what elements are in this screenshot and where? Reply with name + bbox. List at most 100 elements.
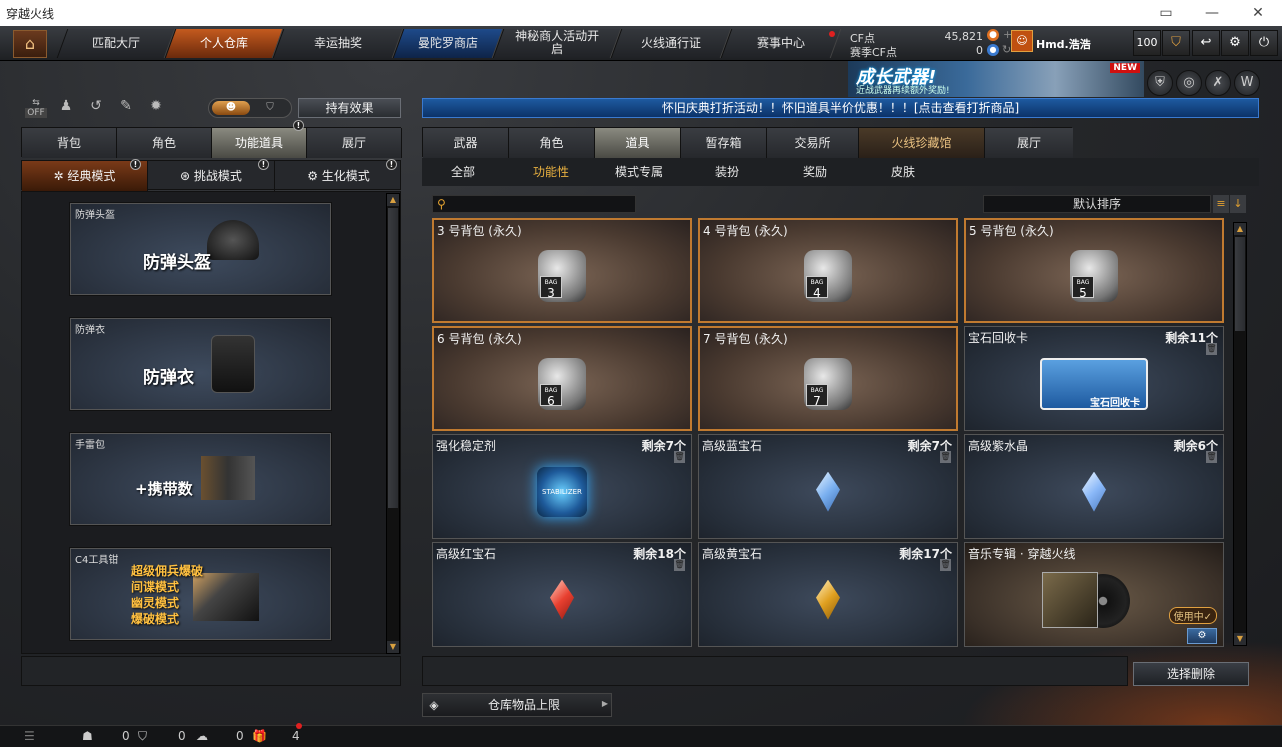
- tab-showroom[interactable]: 展厅: [307, 128, 402, 158]
- scroll-down-icon[interactable]: ▼: [387, 641, 399, 653]
- clan-shield-icon[interactable]: ⛉: [138, 729, 147, 744]
- home-icon[interactable]: ⌂: [13, 30, 47, 58]
- scroll-up-icon[interactable]: ▲: [1234, 223, 1246, 235]
- chat-icon[interactable]: ☁: [196, 729, 208, 743]
- trash-icon[interactable]: 🗑: [1206, 451, 1217, 463]
- power-icon[interactable]: ⏻: [1250, 30, 1278, 56]
- item-card[interactable]: 高级黄宝石 剩余17个 🗑: [698, 542, 958, 647]
- item-card[interactable]: 高级蓝宝石 剩余7个 🗑: [698, 434, 958, 539]
- scroll-up-icon[interactable]: ▲: [387, 194, 399, 206]
- tab-items[interactable]: 道具: [595, 128, 681, 158]
- item-card[interactable]: 高级红宝石 剩余18个 🗑: [432, 542, 692, 647]
- tab-character[interactable]: 角色: [117, 128, 212, 158]
- grenade-pack-slot[interactable]: 手雷包 +携带数: [70, 433, 331, 525]
- w-logo-icon[interactable]: W: [1234, 70, 1260, 96]
- tab-personal-warehouse[interactable]: 个人仓库: [164, 29, 284, 58]
- trash-icon[interactable]: 🗑: [1206, 343, 1217, 355]
- character-icon[interactable]: ✎: [114, 98, 138, 120]
- tab-mandala-shop[interactable]: 曼陀罗商店: [392, 29, 504, 58]
- close-icon[interactable]: ✕: [1235, 0, 1281, 26]
- mode-challenge[interactable]: ⊛ 挑战模式: [148, 161, 275, 191]
- c4-tool-slot[interactable]: C4工具钳 超级佣兵爆破 间谍模式 幽灵模式 爆破模式: [70, 548, 331, 640]
- back-icon[interactable]: ↩: [1192, 30, 1220, 56]
- tab-functional-items[interactable]: 功能道具: [212, 128, 307, 158]
- tab-roles[interactable]: 角色: [509, 128, 595, 158]
- trash-icon[interactable]: 🗑: [674, 559, 685, 571]
- refresh-icon[interactable]: ↻: [1002, 43, 1011, 56]
- armor-slot[interactable]: 防弹衣 防弹衣: [70, 318, 331, 410]
- subtab-skin[interactable]: 皮肤: [891, 163, 915, 180]
- item-card[interactable]: 7 号背包 (永久) BAG 7: [698, 326, 958, 431]
- helmet-slot[interactable]: 防弹头盔 防弹头盔: [70, 203, 331, 295]
- scroll-down-icon[interactable]: ▼: [1234, 633, 1246, 645]
- subtab-reward[interactable]: 奖励: [803, 163, 827, 180]
- reset-icon[interactable]: ↺: [84, 98, 108, 120]
- shield-toggle-icon[interactable]: ⛉: [252, 101, 288, 115]
- avatar[interactable]: ☺: [1011, 30, 1033, 52]
- subtab-outfit[interactable]: 装扮: [715, 163, 739, 180]
- slot-label: 防弹衣: [75, 325, 105, 336]
- menu-icon[interactable]: ☰: [24, 729, 35, 743]
- effect-button[interactable]: 持有效果: [298, 98, 401, 118]
- sale-notice[interactable]: 怀旧庆典打折活动！！怀旧道具半价优惠！！！[点击查看打折商品]: [422, 98, 1259, 118]
- scroll-thumb[interactable]: [388, 208, 398, 508]
- tab-mystery-merchant[interactable]: 神秘商人活动开启: [492, 29, 622, 58]
- item-card[interactable]: 3 号背包 (永久) BAG 3: [432, 218, 692, 323]
- grenade-icon[interactable]: ✹: [144, 98, 168, 120]
- subtab-mode-exclusive[interactable]: 模式专属: [615, 163, 663, 180]
- item-card[interactable]: 高级紫水晶 剩余6个 🗑: [964, 434, 1224, 539]
- gear-icon[interactable]: ⚙: [1221, 30, 1249, 56]
- gift-icon[interactable]: 🎁: [252, 729, 267, 743]
- level-badge[interactable]: 100: [1133, 30, 1161, 56]
- window-titlebar: 穿越火线 ▭ — ✕: [0, 0, 1282, 26]
- trash-icon[interactable]: 🗑: [674, 451, 685, 463]
- music-album-icon: [1042, 571, 1146, 628]
- tab-backpack[interactable]: 背包: [22, 128, 117, 158]
- tab-battle-pass[interactable]: 火线通行证: [610, 29, 732, 58]
- trash-icon[interactable]: 🗑: [940, 559, 951, 571]
- sort-dropdown[interactable]: 默认排序: [983, 195, 1211, 213]
- backpack-icon: BAG 5: [1070, 249, 1118, 302]
- rank-shield-icon[interactable]: ⛨: [1147, 70, 1173, 96]
- off-toggle-icon[interactable]: ⇆ OFF: [24, 98, 48, 120]
- settings-gear-icon[interactable]: ⚙: [1187, 628, 1217, 644]
- item-name: 7 号背包 (永久): [703, 332, 788, 346]
- trash-icon[interactable]: 🗑: [940, 451, 951, 463]
- item-card[interactable]: 音乐专辑 · 穿越火线 使用中✓ ⚙: [964, 542, 1224, 647]
- promo-banner[interactable]: 成长武器! 近战武器再续额外奖励! NEW: [848, 61, 1144, 97]
- weapon-icon[interactable]: ✗: [1205, 70, 1231, 96]
- scroll-thumb[interactable]: [1235, 237, 1245, 331]
- select-delete-button[interactable]: 选择删除: [1133, 662, 1249, 686]
- item-card[interactable]: 宝石回收卡 剩余11个 🗑 宝石回收卡: [964, 326, 1224, 431]
- capacity-button[interactable]: ◈ 仓库物品上限 ▶: [422, 693, 612, 717]
- team-icon[interactable]: ♟: [54, 98, 78, 120]
- subtab-functional[interactable]: 功能性: [533, 163, 569, 180]
- globe-icon[interactable]: ◎: [1176, 70, 1202, 96]
- sort-direction-icon[interactable]: ↓: [1230, 195, 1246, 213]
- tab-match-lobby[interactable]: 匹配大厅: [56, 29, 176, 58]
- right-scrollbar[interactable]: ▲ ▼: [1233, 222, 1247, 646]
- subtab-all[interactable]: 全部: [451, 163, 475, 180]
- tab-collection[interactable]: 火线珍藏馆: [859, 128, 985, 158]
- tab-storage[interactable]: 暂存箱: [681, 128, 767, 158]
- list-view-icon[interactable]: ≡: [1213, 195, 1229, 213]
- item-card[interactable]: 4 号背包 (永久) BAG 4: [698, 218, 958, 323]
- minimize-icon[interactable]: —: [1189, 0, 1235, 26]
- tab-exchange[interactable]: 交易所: [767, 128, 859, 158]
- rank-icon[interactable]: ⛉: [1162, 30, 1190, 56]
- window-menu-icon[interactable]: ▭: [1143, 0, 1189, 26]
- left-scrollbar[interactable]: ▲ ▼: [386, 193, 400, 654]
- tab-lucky-draw[interactable]: 幸运抽奖: [272, 29, 404, 58]
- tab-event-center[interactable]: 赛事中心: [720, 29, 842, 58]
- item-card[interactable]: 5 号背包 (永久) BAG 5: [964, 218, 1224, 323]
- tab-exhibit[interactable]: 展厅: [985, 128, 1073, 158]
- item-card[interactable]: 强化稳定剂 剩余7个 🗑 STABILIZER: [432, 434, 692, 539]
- item-name: 音乐专辑 · 穿越火线: [968, 547, 1076, 561]
- tab-weapons[interactable]: 武器: [423, 128, 509, 158]
- view-toggle[interactable]: ☻ ⛉: [208, 98, 292, 118]
- mode-zombie[interactable]: ⚙ 生化模式: [275, 161, 402, 191]
- friends-icon[interactable]: ☗: [82, 729, 93, 743]
- item-card[interactable]: 6 号背包 (永久) BAG 6: [432, 326, 692, 431]
- character-toggle-icon[interactable]: ☻: [212, 101, 250, 115]
- search-input[interactable]: ⚲: [432, 195, 636, 213]
